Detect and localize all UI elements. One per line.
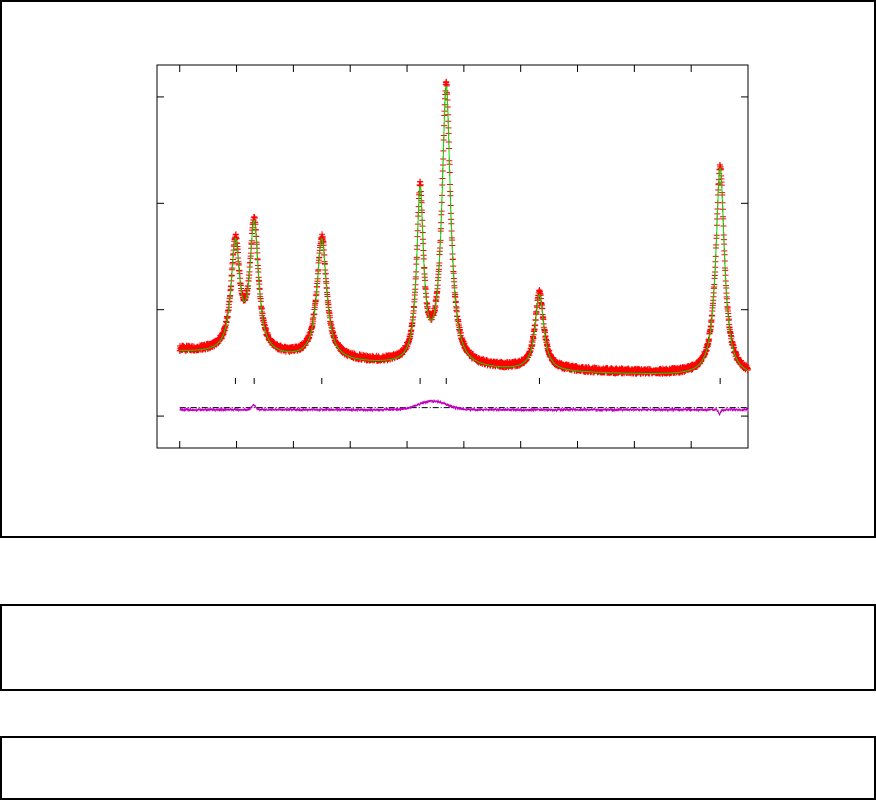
reflection-ticks xyxy=(234,378,721,384)
plot-svg xyxy=(156,64,751,449)
observed-points-layer xyxy=(176,78,751,377)
calculated-curve-layer xyxy=(179,85,749,374)
calculated-curve xyxy=(179,85,749,374)
info-panel-upper xyxy=(0,604,876,691)
info-panel-lower xyxy=(0,736,876,800)
plot-frame xyxy=(0,0,876,538)
